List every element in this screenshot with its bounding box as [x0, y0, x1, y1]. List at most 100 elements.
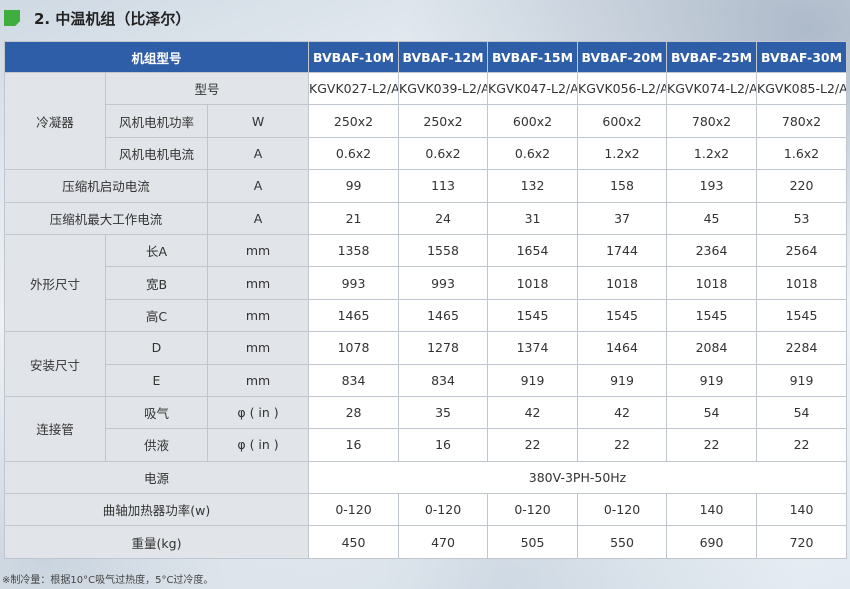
- table-cell: 919: [666, 363, 758, 397]
- footnote: ※制冷量：根据10°C吸气过热度，5°C过冷度。: [2, 575, 214, 586]
- table-cell: 1744: [577, 233, 668, 268]
- table-cell: 250x2: [398, 104, 489, 138]
- group-label-install: 安装尺寸: [4, 331, 106, 397]
- row-label: 型号: [104, 71, 310, 106]
- unit-cell: A: [206, 201, 310, 235]
- table-cell: 158: [577, 169, 668, 203]
- table-row: 风机电机电流 A 0.6x2 0.6x2 0.6x2 1.2x2 1.2x2 1…: [5, 136, 848, 171]
- table-cell: 2564: [756, 233, 848, 268]
- table-cell: 21: [308, 201, 400, 235]
- table-cell: 113: [398, 169, 489, 203]
- table-cell: 1464: [577, 331, 668, 365]
- table-cell: 22: [577, 428, 668, 462]
- table-cell: 22: [666, 428, 758, 462]
- table-cell: 1545: [577, 298, 668, 333]
- unit-cell: mm: [206, 266, 310, 300]
- group-label-dimensions: 外形尺寸: [4, 233, 106, 333]
- table-cell: 0-120: [398, 493, 489, 527]
- spec-table: 机组型号 BVBAF-10M BVBAF-12M BVBAF-15M BVBAF…: [3, 41, 848, 559]
- table-cell: 35: [398, 395, 489, 430]
- table-cell: 1358: [308, 233, 400, 268]
- unit-cell: A: [206, 169, 310, 203]
- header-model: BVBAF-15M: [487, 41, 579, 73]
- row-label: 风机电机电流: [105, 136, 208, 171]
- table-cell: KGVK074-L2/A: [666, 71, 758, 106]
- table-cell: 1018: [487, 266, 579, 300]
- table-cell: 1558: [398, 233, 489, 268]
- table-cell: 1545: [666, 298, 758, 333]
- table-cell: 450: [308, 525, 400, 559]
- row-label: 吸气: [105, 395, 208, 430]
- table-cell: 140: [756, 493, 848, 527]
- table-cell: 16: [398, 428, 489, 462]
- unit-cell: mm: [206, 363, 310, 397]
- table-row: 电源 380V-3PH-50Hz: [3, 460, 848, 495]
- table-cell: 919: [487, 363, 579, 397]
- table-cell: 600x2: [577, 104, 668, 138]
- row-label: 压缩机启动电流: [4, 169, 208, 203]
- section-header: 2. 中温机组（比泽尔）: [4, 4, 190, 32]
- table-cell: 0.6x2: [308, 136, 400, 171]
- row-label: 电源: [3, 460, 310, 495]
- header-model: BVBAF-12M: [398, 41, 489, 73]
- table-cell: 2364: [666, 233, 758, 268]
- table-cell: 0-120: [577, 493, 668, 527]
- header-model: BVBAF-25M: [666, 41, 758, 73]
- unit-cell: mm: [206, 331, 310, 365]
- table-cell: 1545: [487, 298, 579, 333]
- table-cell: 0.6x2: [487, 136, 579, 171]
- table-cell: KGVK047-L2/A: [487, 71, 579, 106]
- table-cell: 993: [398, 266, 489, 300]
- table-cell: KGVK039-L2/A: [398, 71, 489, 106]
- header-model: BVBAF-20M: [577, 41, 668, 73]
- power-supply-value: 380V-3PH-50Hz: [308, 460, 848, 495]
- table-cell: 140: [666, 493, 758, 527]
- page-title: 2. 中温机组（比泽尔）: [34, 9, 191, 28]
- unit-cell: W: [206, 104, 310, 138]
- table-cell: 0-120: [308, 493, 400, 527]
- row-label: 重量(kg): [3, 525, 310, 559]
- row-label: 供液: [105, 428, 208, 462]
- section-marker-icon: [4, 10, 20, 26]
- table-row: 外形尺寸 长A mm 1358 1558 1654 1744 2364 2564: [4, 233, 848, 333]
- table-cell: 720: [756, 525, 848, 559]
- table-cell: 42: [487, 395, 579, 430]
- row-label: E: [105, 363, 208, 397]
- table-row: 安装尺寸 D mm 1078 1278 1374 1464 2084 2284: [4, 331, 848, 397]
- row-label: 长A: [105, 233, 208, 268]
- row-label: 曲轴加热器功率(w): [3, 493, 310, 527]
- table-cell: 1278: [398, 331, 489, 365]
- table-cell: 1545: [756, 298, 848, 333]
- table-cell: 550: [577, 525, 668, 559]
- table-cell: KGVK085-L2/A: [756, 71, 848, 106]
- table-cell: 780x2: [756, 104, 848, 138]
- table-cell: 99: [308, 169, 400, 203]
- table-cell: 53: [756, 201, 848, 235]
- table-cell: 31: [487, 201, 579, 235]
- table-cell: 1.6x2: [756, 136, 848, 171]
- header-model: BVBAF-30M: [756, 41, 848, 73]
- table-cell: 1465: [398, 298, 489, 333]
- table-cell: 1018: [577, 266, 668, 300]
- group-label-piping: 连接管: [4, 395, 106, 462]
- table-row: 风机电机功率 W 250x2 250x2 600x2 600x2 780x2 7…: [5, 104, 848, 138]
- table-row: 压缩机启动电流 A 99 113 132 158 193 220: [4, 169, 848, 203]
- table-cell: 220: [756, 169, 848, 203]
- table-cell: 600x2: [487, 104, 579, 138]
- unit-cell: mm: [206, 298, 310, 333]
- table-row: 曲轴加热器功率(w) 0-120 0-120 0-120 0-120 140 1…: [3, 493, 848, 527]
- table-cell: 28: [308, 395, 400, 430]
- row-label: 压缩机最大工作电流: [4, 201, 208, 235]
- unit-cell: φ ( in ): [206, 428, 310, 462]
- table-cell: 505: [487, 525, 579, 559]
- table-cell: 993: [308, 266, 400, 300]
- table-row: 重量(kg) 450 470 505 550 690 720: [3, 525, 848, 559]
- table-cell: KGVK056-L2/A: [577, 71, 668, 106]
- table-cell: KGVK027-L2/A: [308, 71, 400, 106]
- table-row: 宽B mm 993 993 1018 1018 1018 1018: [5, 266, 848, 300]
- table-header-row: 机组型号 BVBAF-10M BVBAF-12M BVBAF-15M BVBAF…: [3, 41, 848, 73]
- table-cell: 24: [398, 201, 489, 235]
- table-row: 高C mm 1465 1465 1545 1545 1545 1545: [5, 298, 848, 333]
- table-cell: 0-120: [487, 493, 579, 527]
- table-cell: 1465: [308, 298, 400, 333]
